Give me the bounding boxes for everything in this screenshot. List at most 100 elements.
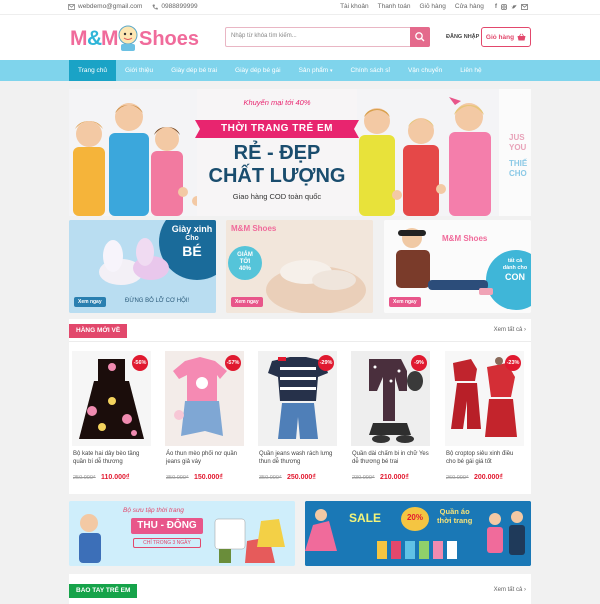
email-contact[interactable]: webdemo@gmail.com — [68, 3, 142, 10]
promo-3-line-3: CON — [505, 272, 525, 282]
product-card[interactable]: -29% Quần jeans wash rách lưng thun dễ t… — [258, 351, 337, 484]
product-image[interactable]: -23% — [445, 351, 524, 446]
promo-2-button[interactable]: Xem ngay — [231, 297, 263, 307]
product-card[interactable]: -23% Bộ croptop siêu xinh điều cho bé gá… — [445, 351, 524, 484]
promo-tile-shoes[interactable]: Giày xinh Cho BÉ Xem ngay ĐỪNG BỎ LỠ CƠ … — [69, 220, 216, 313]
search-input[interactable]: Nhập từ khóa tìm kiếm... — [231, 33, 297, 39]
product-card[interactable]: -56% Bộ kate hai dây bèo tầng quần bí dễ… — [72, 351, 151, 484]
hero-banner[interactable]: Khuyến mại tới 40% THỜI TRANG TRẺ EM RẺ … — [69, 89, 531, 216]
svg-text:M: M — [70, 27, 88, 50]
banner-headline-1: RẺ - ĐẸP — [233, 142, 321, 164]
cart-button[interactable]: Giỏ hàng — [481, 27, 531, 47]
product-name[interactable]: Quần jeans wash rách lưng thun dễ thương — [259, 450, 336, 466]
nav-products-label: Sản phẩm — [298, 67, 329, 74]
svg-text:Shoes: Shoes — [139, 28, 199, 50]
header: M & M Shoes Nhập từ khóa tìm kiếm... ĐĂN… — [0, 15, 600, 60]
promo-1-title-3: BÉ — [182, 243, 202, 259]
search-button[interactable] — [410, 27, 430, 47]
nav-wholesale[interactable]: Chính sách sỉ — [342, 60, 399, 81]
product-name[interactable]: Áo thun mèo phối nơ quần jeans giả váy — [166, 450, 243, 466]
banner-sale-text: Quần áo thời trang — [437, 507, 472, 525]
product-price: 110.000₫ — [101, 474, 130, 481]
banner-side-4: CHO — [509, 169, 527, 178]
login-link[interactable]: ĐĂNG NHẬP — [446, 34, 479, 40]
nav-girl-shoes[interactable]: Giày dép bé gái — [226, 60, 290, 81]
promo-3-line-1: tất cả — [507, 258, 523, 264]
promo-3-brand: M&M Shoes — [442, 234, 488, 243]
product-image[interactable]: -29% — [258, 351, 337, 446]
phone-text: 0988899999 — [161, 3, 198, 10]
nav-products[interactable]: Sản phẩm ▾ — [290, 60, 342, 81]
new-products-section: HÀNG MỚI VỀ Xem tất cả › -56% Bộ kate ha… — [69, 319, 531, 494]
twitter-icon[interactable] — [511, 4, 517, 10]
autumn-winter-banner[interactable]: Bộ sưu tập thời trang THU - ĐÔNG CHỈ TRO… — [69, 501, 295, 566]
discount-badge: -56% — [132, 355, 148, 371]
mail-icon — [68, 3, 75, 10]
product-old-price: 350.000₫ — [166, 475, 189, 481]
nav-shipping[interactable]: Vận chuyển — [399, 60, 451, 81]
facebook-icon[interactable]: f — [495, 3, 497, 10]
section-title-gloves: BAO TAY TRẺ EM — [69, 584, 138, 598]
nav-boy-shoes[interactable]: Giày dép bé trai — [162, 60, 226, 81]
phone-contact[interactable]: 0988899999 — [152, 3, 198, 10]
product-price: 150.000₫ — [194, 474, 223, 481]
discount-badge: -29% — [318, 355, 334, 371]
promo-2-discount-1: GIẢM — [237, 252, 253, 258]
banner-side-2: YOU — [509, 143, 527, 152]
see-all-new-label: Xem tất cả — [493, 327, 523, 333]
sale-banner[interactable]: SALE 20% Quần áo thời trang — [305, 501, 531, 566]
banner-side-text: JUS YOU THIẾ CHO — [509, 133, 527, 179]
promo-1-caption: ĐỪNG BỎ LỠ CƠ HỘI! — [125, 298, 190, 304]
link-account[interactable]: Tài khoản — [340, 3, 369, 10]
product-image[interactable]: -9% — [351, 351, 430, 446]
promo-tile-kids[interactable]: M&M Shoes tất cả dành cho CON Xem ngay — [384, 220, 531, 313]
link-shop[interactable]: Cửa hàng — [455, 3, 484, 10]
nav-contact[interactable]: Liên hệ — [451, 60, 490, 81]
banner-sale-line-2: thời trang — [437, 516, 473, 525]
search-icon — [415, 32, 425, 42]
see-all-new[interactable]: Xem tất cả › — [494, 327, 526, 333]
promo-3-button[interactable]: Xem ngay — [389, 297, 421, 307]
top-links: Tài khoản Thanh toán Giỏ hàng Cửa hàng f — [340, 3, 528, 10]
product-price: 250.000₫ — [287, 474, 316, 481]
product-image[interactable]: -56% — [72, 351, 151, 446]
banner-promo: Khuyến mại tới 40% — [243, 98, 311, 107]
promo-3-line-2: dành cho — [502, 265, 528, 271]
banner-subtitle: Giao hàng COD toàn quốc — [232, 192, 322, 201]
nav-about[interactable]: Giới thiệu — [116, 60, 162, 81]
see-all-gloves[interactable]: Xem tất cả › — [494, 587, 526, 593]
product-old-price: 350.000₫ — [259, 475, 282, 481]
search-box: Nhập từ khóa tìm kiếm... — [225, 27, 430, 47]
product-card[interactable]: -57% Áo thun mèo phối nơ quần jeans giả … — [165, 351, 244, 484]
promo-tiles: Giày xinh Cho BÉ Xem ngay ĐỪNG BỎ LỠ CƠ … — [69, 220, 531, 313]
banner-collection-label: Bộ sưu tập thời trang — [123, 507, 184, 514]
main-nav: Trang chủ Giới thiệu Giày dép bé trai Gi… — [0, 60, 600, 81]
product-image[interactable]: -57% — [165, 351, 244, 446]
promo-tile-discount[interactable]: M&M Shoes GIẢM TỚI 40% Xem ngay — [226, 220, 373, 313]
chevron-right-icon: › — [524, 327, 526, 333]
link-cart[interactable]: Giỏ hàng — [420, 3, 446, 10]
site-logo[interactable]: M & M Shoes — [70, 21, 212, 53]
promo-2-brand: M&M Shoes — [231, 224, 277, 233]
section-title-new: HÀNG MỚI VỀ — [69, 324, 128, 338]
top-bar: webdemo@gmail.com 0988899999 Tài khoản T… — [0, 0, 600, 15]
link-checkout[interactable]: Thanh toán — [378, 3, 411, 10]
discount-badge: -9% — [411, 355, 427, 371]
banner-sale: SALE — [349, 511, 382, 525]
instagram-icon[interactable] — [501, 4, 507, 10]
phone-icon — [152, 4, 159, 10]
product-name[interactable]: Bộ kate hai dây bèo tầng quần bí dễ thươ… — [73, 450, 150, 466]
nav-home[interactable]: Trang chủ — [69, 60, 117, 81]
promo-1-button[interactable]: Xem ngay — [74, 297, 106, 307]
mail-icon[interactable] — [521, 4, 528, 10]
product-name[interactable]: Quần dài chấm bi in chữ Yes dễ thương bé… — [352, 450, 429, 466]
banner-side-1: JUS — [509, 133, 525, 142]
promo-2-discount-3: 40% — [238, 266, 251, 272]
product-card[interactable]: -9% Quần dài chấm bi in chữ Yes dễ thươn… — [351, 351, 430, 484]
banner-sale-pct: 20% — [406, 513, 423, 522]
contact-info: webdemo@gmail.com 0988899999 — [68, 3, 198, 10]
product-name[interactable]: Bộ croptop siêu xinh điều cho bé gái giá… — [446, 450, 523, 466]
banner-side-3: THIẾ — [509, 159, 528, 168]
discount-badge: -23% — [505, 355, 521, 371]
see-all-gloves-label: Xem tất cả — [493, 587, 523, 593]
